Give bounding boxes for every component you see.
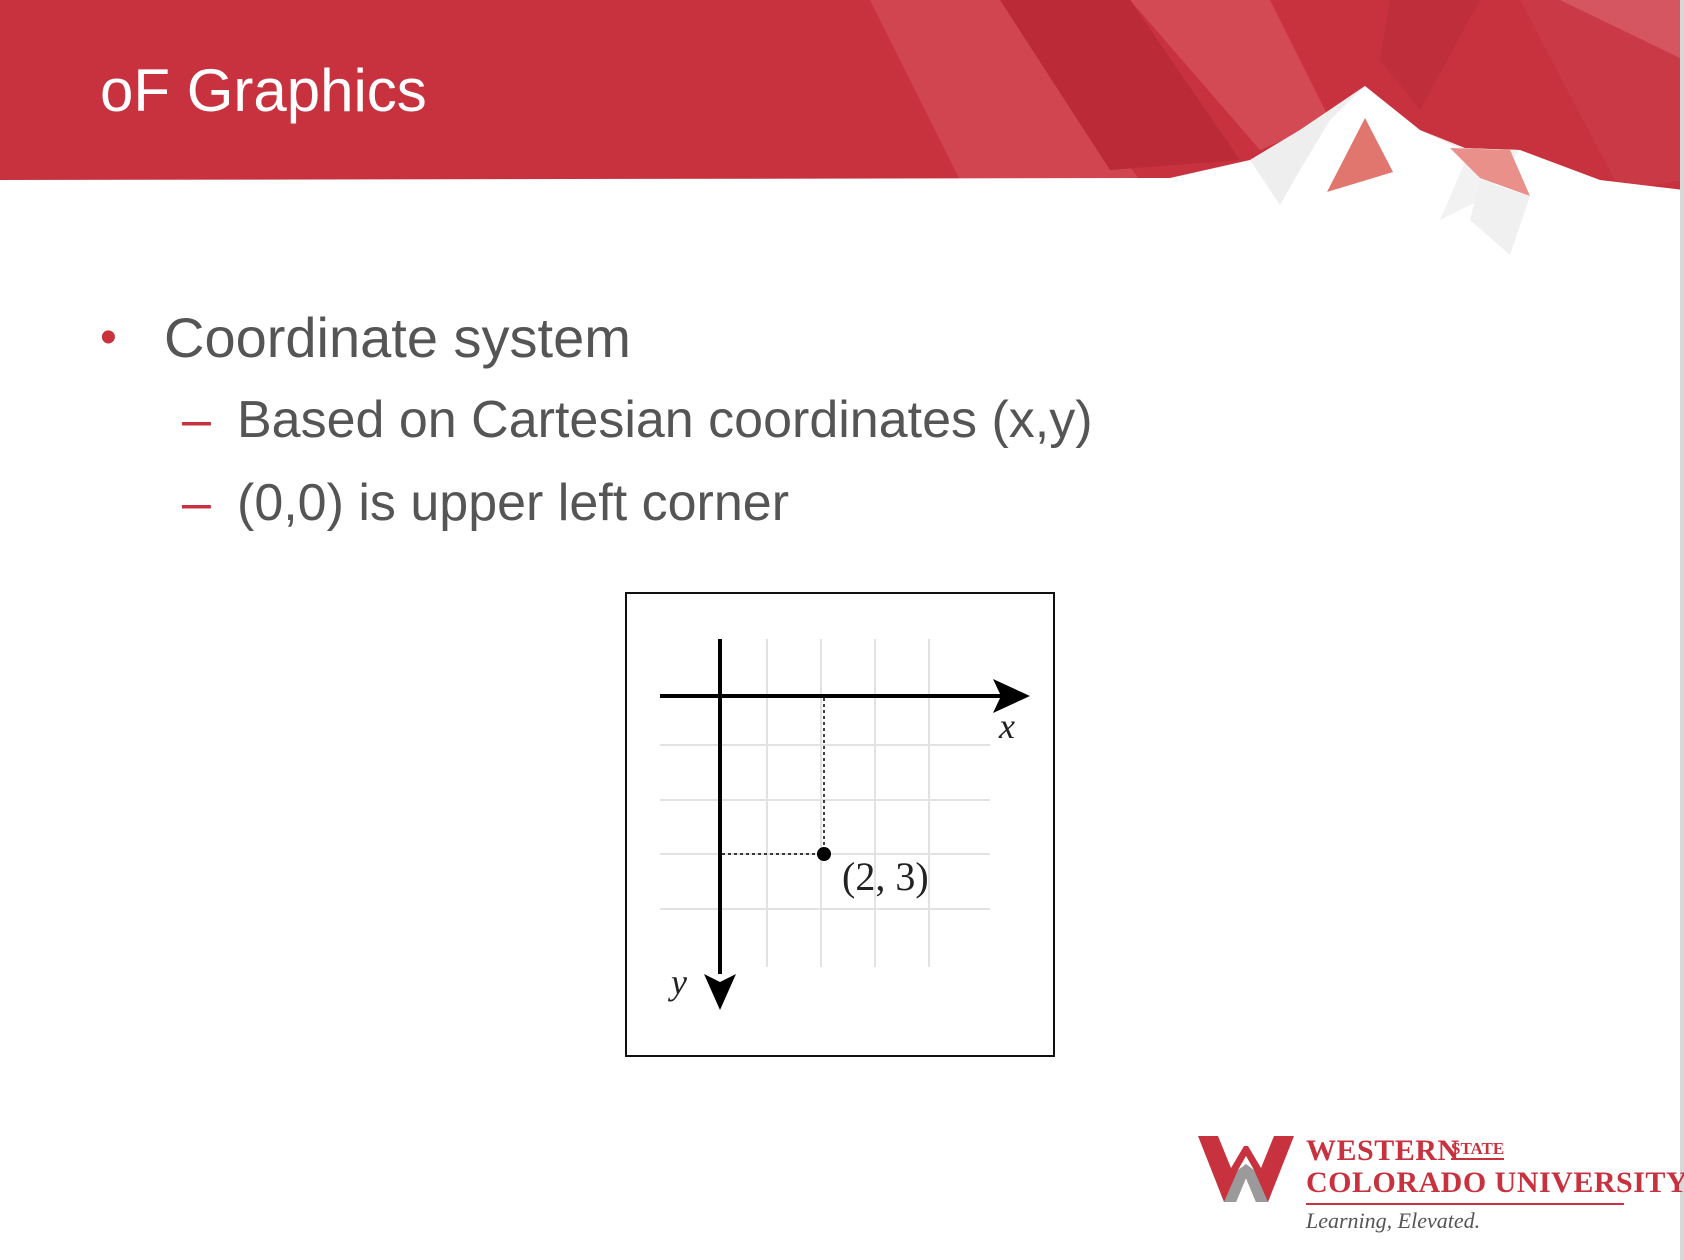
grid-lines	[660, 639, 990, 967]
bullet-marker: •	[100, 311, 117, 364]
mountain-banner-graphic	[0, 0, 1684, 260]
logo-divider	[1306, 1203, 1624, 1205]
dash-marker: –	[182, 474, 211, 532]
university-logo: WESTERN STATE COLORADO UNIVERSITY Learni…	[1196, 1130, 1684, 1240]
dash-marker: –	[182, 391, 211, 449]
bullet-text: Coordinate system	[164, 306, 631, 369]
right-edge-border	[1680, 0, 1684, 1260]
logo-word-western: WESTERN	[1306, 1134, 1460, 1167]
y-axis-label: y	[668, 962, 687, 1002]
header-banner: oF Graphics	[0, 0, 1684, 260]
logo-word-colorado-university: COLORADO UNIVERSITY	[1306, 1166, 1684, 1199]
y-axis-arrowhead	[704, 974, 736, 1010]
w-mountain-logo-icon	[1198, 1136, 1294, 1202]
logo-tagline: Learning, Elevated.	[1306, 1208, 1481, 1233]
coordinate-diagram: x y (2, 3)	[625, 592, 1055, 1057]
slide: oF Graphics • Coordinate system – Based …	[0, 0, 1684, 1260]
x-axis-label: x	[998, 706, 1015, 746]
slide-title: oF Graphics	[100, 57, 427, 124]
point-label: (2, 3)	[842, 854, 929, 899]
coordinate-grid-svg: x y (2, 3)	[660, 639, 1030, 1010]
sub-bullet-text: (0,0) is upper left corner	[237, 474, 790, 532]
logo-word-state: STATE	[1451, 1139, 1505, 1160]
sub-bullet-text: Based on Cartesian coordinates (x,y)	[237, 391, 1093, 449]
point-marker	[817, 847, 831, 861]
